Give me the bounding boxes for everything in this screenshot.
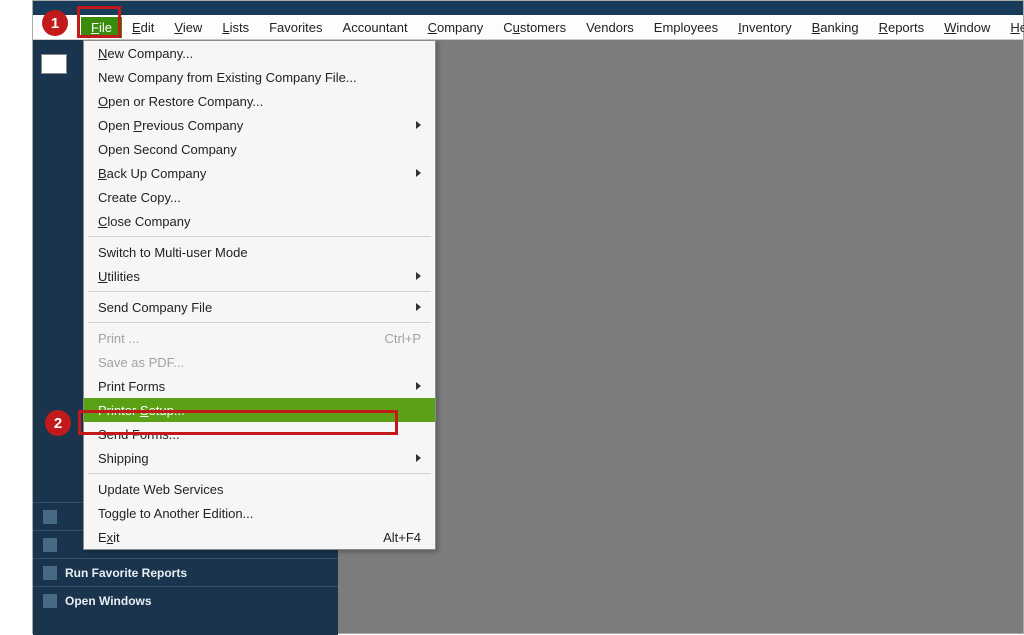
menu-separator xyxy=(88,322,431,323)
menu-item-label: Utilities xyxy=(98,269,140,284)
app-window: FileEditViewListsFavoritesAccountantComp… xyxy=(32,0,1024,634)
menu-item-label: Open or Restore Company... xyxy=(98,94,263,109)
menu-reports[interactable]: Reports xyxy=(869,17,935,38)
section-icon xyxy=(43,510,57,524)
menu-favorites[interactable]: Favorites xyxy=(259,17,332,38)
menu-item-new-company[interactable]: New Company... xyxy=(84,41,435,65)
menu-separator xyxy=(88,473,431,474)
menu-item-label: Switch to Multi-user Mode xyxy=(98,245,248,260)
menu-lists[interactable]: Lists xyxy=(212,17,259,38)
menu-item-open-previous-company[interactable]: Open Previous Company xyxy=(84,113,435,137)
annotation-callout-2: 2 xyxy=(45,410,71,436)
report-icon xyxy=(43,566,57,580)
menu-item-label: Update Web Services xyxy=(98,482,224,497)
sidebar-label: Run Favorite Reports xyxy=(65,566,187,580)
menu-item-toggle-to-another-edition[interactable]: Toggle to Another Edition... xyxy=(84,501,435,525)
menu-item-label: Printer Setup... xyxy=(98,403,185,418)
menu-item-back-up-company[interactable]: Back Up Company xyxy=(84,161,435,185)
menu-item-open-second-company[interactable]: Open Second Company xyxy=(84,137,435,161)
menu-item-shipping[interactable]: Shipping xyxy=(84,446,435,470)
submenu-arrow-icon xyxy=(416,169,421,177)
menu-item-open-or-restore-company[interactable]: Open or Restore Company... xyxy=(84,89,435,113)
menu-help[interactable]: Help xyxy=(1000,17,1024,38)
menu-item-utilities[interactable]: Utilities xyxy=(84,264,435,288)
menu-item-create-copy[interactable]: Create Copy... xyxy=(84,185,435,209)
menubar: FileEditViewListsFavoritesAccountantComp… xyxy=(33,15,1023,40)
menu-vendors[interactable]: Vendors xyxy=(576,17,644,38)
menu-view[interactable]: View xyxy=(164,17,212,38)
submenu-arrow-icon xyxy=(416,382,421,390)
menu-item-update-web-services[interactable]: Update Web Services xyxy=(84,477,435,501)
menu-edit[interactable]: Edit xyxy=(122,17,164,38)
menu-item-close-company[interactable]: Close Company xyxy=(84,209,435,233)
menu-employees[interactable]: Employees xyxy=(644,17,728,38)
titlebar xyxy=(33,1,1023,15)
menu-item-label: Back Up Company xyxy=(98,166,206,181)
menu-item-label: Print Forms xyxy=(98,379,165,394)
section-icon xyxy=(43,538,57,552)
menu-item-new-company-from-existing-company-file[interactable]: New Company from Existing Company File..… xyxy=(84,65,435,89)
menu-customers[interactable]: Customers xyxy=(493,17,576,38)
menu-item-label: Send Company File xyxy=(98,300,212,315)
menu-item-label: Close Company xyxy=(98,214,191,229)
menu-inventory[interactable]: Inventory xyxy=(728,17,802,38)
menu-separator xyxy=(88,236,431,237)
menu-banking[interactable]: Banking xyxy=(802,17,869,38)
menu-item-label: Exit xyxy=(98,530,120,545)
menu-item-label: New Company... xyxy=(98,46,193,61)
menu-item-switch-to-multi-user-mode[interactable]: Switch to Multi-user Mode xyxy=(84,240,435,264)
menu-window[interactable]: Window xyxy=(934,17,1000,38)
submenu-arrow-icon xyxy=(416,121,421,129)
menu-item-send-forms[interactable]: Send Forms... xyxy=(84,422,435,446)
menu-item-label: Shipping xyxy=(98,451,149,466)
menu-item-label: New Company from Existing Company File..… xyxy=(98,70,357,85)
menu-accountant[interactable]: Accountant xyxy=(333,17,418,38)
menu-item-print-forms[interactable]: Print Forms xyxy=(84,374,435,398)
sidebar-run-favorite-reports[interactable]: Run Favorite Reports xyxy=(33,558,338,586)
menu-item-label: Print ... xyxy=(98,331,139,346)
menu-item-print: Print ... Ctrl+P xyxy=(84,326,435,350)
menu-item-label: Send Forms... xyxy=(98,427,180,442)
menu-item-label: Open Second Company xyxy=(98,142,237,157)
menu-item-exit[interactable]: Exit Alt+F4 xyxy=(84,525,435,549)
sidebar-label: Open Windows xyxy=(65,594,152,608)
menu-item-label: Create Copy... xyxy=(98,190,181,205)
sidebar-icon xyxy=(41,54,67,74)
sidebar-open-windows[interactable]: Open Windows xyxy=(33,586,338,614)
menu-company[interactable]: Company xyxy=(418,17,494,38)
menu-shortcut: Alt+F4 xyxy=(383,530,421,545)
menu-file[interactable]: File xyxy=(81,17,122,38)
submenu-arrow-icon xyxy=(416,272,421,280)
menu-item-label: Toggle to Another Edition... xyxy=(98,506,253,521)
menu-item-printer-setup[interactable]: Printer Setup... xyxy=(84,398,435,422)
submenu-arrow-icon xyxy=(416,303,421,311)
windows-icon xyxy=(43,594,57,608)
menu-shortcut: Ctrl+P xyxy=(385,331,421,346)
menu-item-send-company-file[interactable]: Send Company File xyxy=(84,295,435,319)
menu-item-label: Save as PDF... xyxy=(98,355,184,370)
menu-item-save-as-pdf: Save as PDF... xyxy=(84,350,435,374)
submenu-arrow-icon xyxy=(416,454,421,462)
menu-item-label: Open Previous Company xyxy=(98,118,243,133)
menu-separator xyxy=(88,291,431,292)
file-menu-dropdown: New Company... New Company from Existing … xyxy=(83,40,436,550)
annotation-callout-1: 1 xyxy=(42,10,68,36)
